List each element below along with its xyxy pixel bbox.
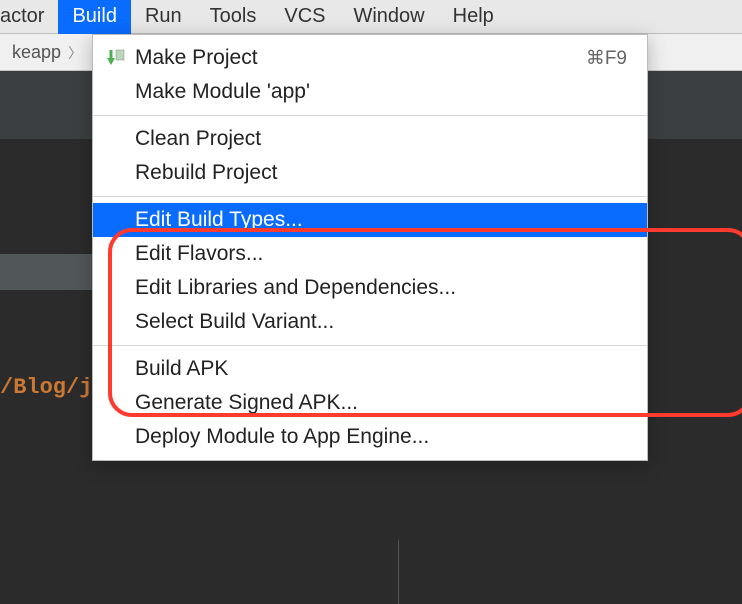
menu-item-clean-project[interactable]: Clean Project bbox=[93, 122, 647, 156]
menu-item-edit-flavors[interactable]: Edit Flavors... bbox=[93, 237, 647, 271]
chevron-right-icon: 〉 bbox=[68, 45, 82, 61]
menu-separator bbox=[93, 196, 647, 197]
menu-item-build-apk[interactable]: Build APK bbox=[93, 352, 647, 386]
code-fragment: /Blog/j bbox=[0, 375, 92, 400]
menu-item-edit-build-types[interactable]: Edit Build Types... bbox=[93, 203, 647, 237]
vertical-divider bbox=[398, 540, 399, 604]
build-menu-dropdown: Make Project ⌘F9 Make Module 'app' Clean… bbox=[92, 34, 648, 461]
menu-label: Edit Flavors... bbox=[135, 242, 627, 266]
menu-separator bbox=[93, 345, 647, 346]
menu-label: Make Module 'app' bbox=[135, 80, 627, 104]
menu-label: Rebuild Project bbox=[135, 161, 627, 185]
editor-tab-strip bbox=[0, 254, 100, 290]
menu-label: Make Project bbox=[135, 46, 586, 70]
menu-label: Edit Build Types... bbox=[135, 208, 627, 232]
menu-item-rebuild-project[interactable]: Rebuild Project bbox=[93, 156, 647, 190]
menu-item-make-project[interactable]: Make Project ⌘F9 bbox=[93, 41, 647, 75]
menu-item-edit-libraries[interactable]: Edit Libraries and Dependencies... bbox=[93, 271, 647, 305]
breadcrumb[interactable]: keapp 〉 bbox=[4, 38, 90, 67]
menu-label: Generate Signed APK... bbox=[135, 391, 627, 415]
menubar: actor Build Run Tools VCS Window Help bbox=[0, 0, 742, 34]
menubar-item-help[interactable]: Help bbox=[439, 0, 508, 34]
menu-item-make-module[interactable]: Make Module 'app' bbox=[93, 75, 647, 109]
menu-label: Deploy Module to App Engine... bbox=[135, 425, 627, 449]
menu-item-generate-signed-apk[interactable]: Generate Signed APK... bbox=[93, 386, 647, 420]
menu-item-select-build-variant[interactable]: Select Build Variant... bbox=[93, 305, 647, 339]
menubar-item-build[interactable]: Build bbox=[58, 0, 130, 34]
menubar-item-window[interactable]: Window bbox=[339, 0, 438, 34]
menu-label: Build APK bbox=[135, 357, 627, 381]
menubar-item-vcs[interactable]: VCS bbox=[270, 0, 339, 34]
menu-separator bbox=[93, 115, 647, 116]
menu-item-deploy-module[interactable]: Deploy Module to App Engine... bbox=[93, 420, 647, 454]
menubar-item-tools[interactable]: Tools bbox=[196, 0, 271, 34]
menu-shortcut: ⌘F9 bbox=[586, 47, 627, 70]
menubar-item-run[interactable]: Run bbox=[131, 0, 196, 34]
menu-label: Select Build Variant... bbox=[135, 310, 627, 334]
menu-label: Edit Libraries and Dependencies... bbox=[135, 276, 627, 300]
menu-label: Clean Project bbox=[135, 127, 627, 151]
make-project-icon bbox=[105, 47, 127, 69]
menubar-item-refactor[interactable]: actor bbox=[0, 0, 58, 34]
